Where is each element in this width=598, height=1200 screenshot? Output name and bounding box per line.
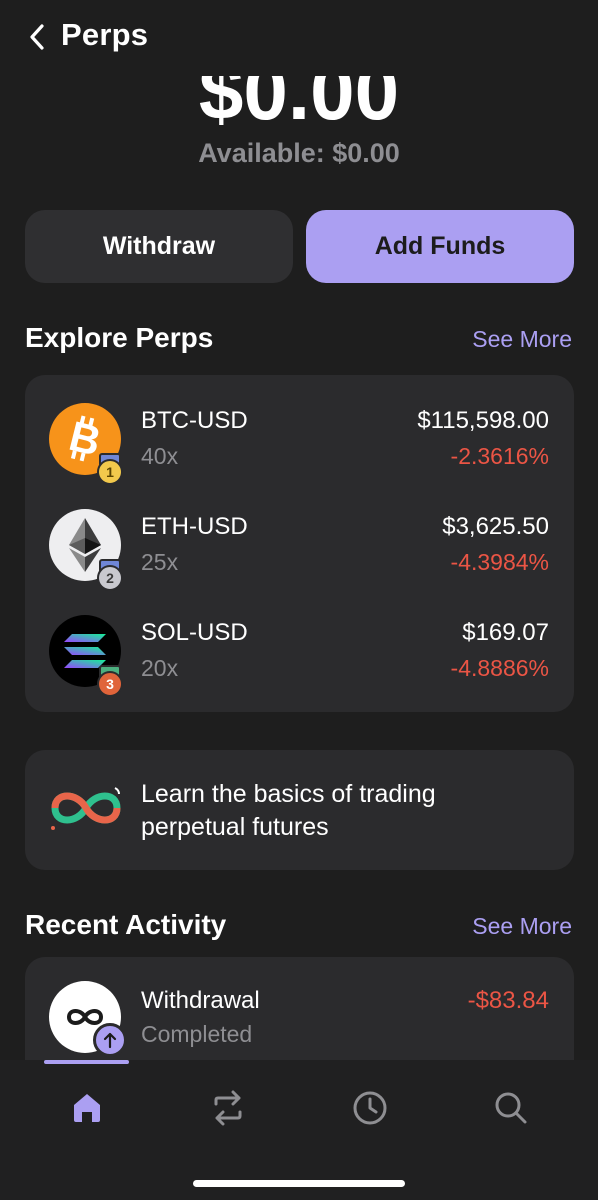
tab-home[interactable]	[61, 1088, 113, 1128]
perp-leverage: 25x	[141, 549, 179, 575]
perp-name: BTC-USD	[141, 407, 248, 434]
perp-price: $169.07	[462, 619, 549, 646]
perp-row-eth[interactable]: 2 ETH-USD 25x $3,625.50 -4.3984%	[25, 509, 574, 599]
tab-swap[interactable]	[202, 1088, 254, 1128]
header: Perps	[0, 0, 598, 76]
explore-perps-title: Explore Perps	[25, 322, 214, 353]
perp-price: $3,625.50	[442, 513, 549, 540]
perp-change: -2.3616%	[450, 443, 549, 469]
home-icon	[74, 1094, 100, 1122]
perp-leverage: 40x	[141, 443, 179, 469]
withdraw-button[interactable]: Withdraw	[25, 210, 293, 283]
rank-badge: 3	[95, 665, 127, 697]
add-funds-button[interactable]: Add Funds	[306, 210, 574, 283]
learn-text: Learn the basics of trading perpetual fu…	[141, 780, 436, 841]
activity-name: Withdrawal	[141, 987, 260, 1014]
perp-row-btc[interactable]: B 1 BTC-USD 40x $115,598.00 -2.3616%	[25, 403, 574, 493]
activity-amount: -$83.84	[467, 987, 549, 1014]
clock-icon	[353, 1091, 387, 1125]
active-tab-indicator	[44, 1060, 129, 1064]
recent-activity-title: Recent Activity	[25, 909, 227, 940]
recent-see-more-link[interactable]: See More	[472, 913, 572, 940]
home-indicator	[193, 1180, 405, 1187]
search-icon	[495, 1092, 527, 1124]
page-title: Perps	[61, 17, 149, 52]
swap-icon	[214, 1090, 242, 1126]
tab-history[interactable]	[344, 1088, 396, 1128]
available-balance: Available: $0.00	[198, 138, 400, 168]
perp-change: -4.8886%	[450, 655, 549, 681]
explore-see-more-link[interactable]: See More	[472, 326, 572, 353]
rank-badge: 2	[95, 559, 127, 591]
perp-leverage: 20x	[141, 655, 179, 681]
chevron-left-icon	[30, 24, 44, 50]
perps-list-card: B 1 BTC-USD 40x $115,598.00 -2.3616% 2 E…	[25, 375, 574, 712]
infinity-icon	[47, 780, 125, 841]
back-button[interactable]	[22, 20, 52, 54]
tab-search[interactable]	[485, 1088, 537, 1128]
arrow-up-icon	[93, 1023, 127, 1057]
perp-price: $115,598.00	[417, 407, 549, 434]
rank-badge: 1	[95, 453, 127, 485]
perp-change: -4.3984%	[450, 549, 549, 575]
perp-name: SOL-USD	[141, 619, 248, 646]
tab-bar	[0, 1060, 598, 1200]
perp-row-sol[interactable]: 3 SOL-USD 20x $169.07 -4.8886%	[25, 615, 574, 705]
perp-name: ETH-USD	[141, 513, 248, 540]
activity-status: Completed	[141, 1021, 253, 1047]
learn-card[interactable]: Learn the basics of trading perpetual fu…	[25, 750, 574, 870]
